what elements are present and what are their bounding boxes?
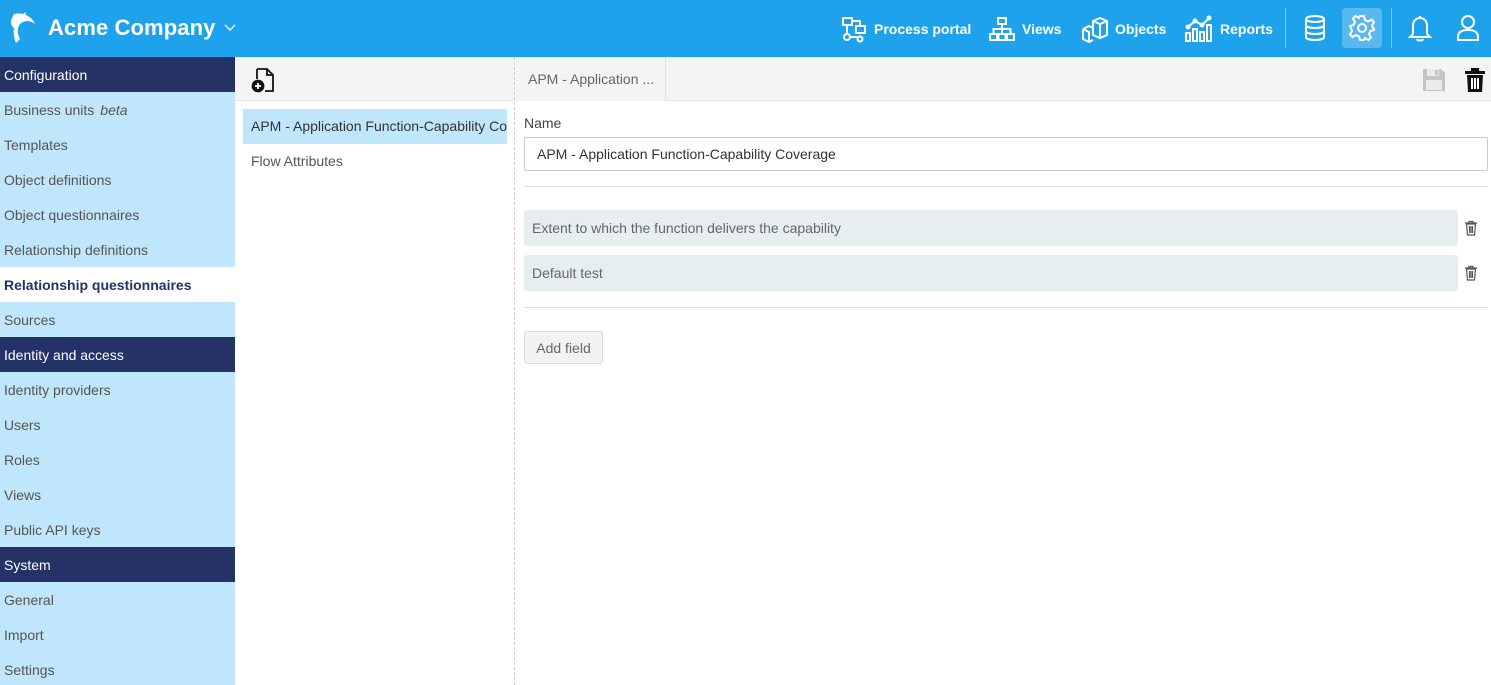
list-toolbar [235,57,514,101]
divider [524,186,1488,187]
sidebar-item-general[interactable]: General [0,582,235,617]
delete-field-icon[interactable] [1464,265,1478,281]
sidebar-item-settings[interactable]: Settings [0,652,235,685]
trash-icon[interactable] [1461,66,1489,94]
process-icon [842,16,866,42]
dolphin-logo-icon [10,12,35,43]
notifications-button[interactable] [1400,8,1440,48]
chart-icon [1185,15,1212,42]
chevron-down-icon [224,24,237,32]
sidebar-item-business-units[interactable]: Business units beta [0,92,235,127]
questionnaire-list-panel: APM - Application Function-Capability Co… [235,57,515,685]
nav-reports[interactable]: Reports [1184,0,1273,57]
tab-questionnaire[interactable]: APM - Application ... [516,57,666,101]
sidebar-item-import[interactable]: Import [0,617,235,652]
field-row[interactable]: Default test [524,255,1458,291]
sidebar-item-users[interactable]: Users [0,407,235,442]
divider [524,307,1488,308]
sidebar-section-identity-access: Identity and access [0,337,235,372]
sidebar-item-object-definitions[interactable]: Object definitions [0,162,235,197]
sidebar-item-identity-providers[interactable]: Identity providers [0,372,235,407]
sidebar-item-label: Business units [4,101,95,118]
questionnaire-detail-panel: APM - Application ... Name Extent to whi… [516,57,1491,685]
sidebar-item-views[interactable]: Views [0,477,235,512]
field-row[interactable]: Extent to which the function delivers th… [524,210,1458,246]
sidebar-item-relationship-definitions[interactable]: Relationship definitions [0,232,235,267]
company-name: Acme Company [48,15,216,40]
detail-tabbar: APM - Application ... [516,57,1491,101]
save-icon[interactable] [1420,66,1448,94]
sidebar-item-roles[interactable]: Roles [0,442,235,477]
sidebar-item-public-api-keys[interactable]: Public API keys [0,512,235,547]
sidebar-item-templates[interactable]: Templates [0,127,235,162]
sidebar-section-configuration: Configuration [0,57,235,92]
delete-field-icon[interactable] [1464,220,1478,236]
settings-button[interactable] [1342,8,1382,48]
hierarchy-icon [989,16,1015,41]
add-field-button[interactable]: Add field [524,331,603,364]
database-icon [1305,15,1325,42]
user-icon [1457,15,1479,41]
nav-views[interactable]: Views [988,0,1061,57]
nav-label: Views [1022,20,1062,37]
cubes-icon [1082,16,1108,43]
bell-icon [1407,16,1433,42]
database-button[interactable] [1295,8,1335,48]
add-document-icon[interactable] [251,67,277,93]
sidebar-item-relationship-questionnaires[interactable]: Relationship questionnaires [0,267,235,302]
nav-process-portal[interactable]: Process portal [840,0,971,57]
user-menu-button[interactable] [1448,8,1488,48]
company-switcher[interactable]: Acme Company [8,8,237,48]
list-item[interactable]: APM - Application Function-Capability Co… [243,109,507,144]
nav-label: Objects [1115,20,1167,37]
name-label: Name [524,115,562,131]
sidebar-section-system: System [0,547,235,582]
beta-tag: beta [100,101,128,118]
nav-label: Reports [1220,20,1273,37]
nav-label: Process portal [874,20,972,37]
name-input[interactable] [524,137,1488,171]
header-divider [1285,8,1286,48]
header-divider [1391,8,1392,48]
settings-sidebar: Configuration Business units beta Templa… [0,57,235,685]
sidebar-item-object-questionnaires[interactable]: Object questionnaires [0,197,235,232]
sidebar-item-sources[interactable]: Sources [0,302,235,337]
list-item[interactable]: Flow Attributes [243,144,507,179]
nav-objects[interactable]: Objects [1081,0,1166,57]
top-bar: Acme Company Process portal Views Object… [0,0,1491,57]
gear-icon [1348,14,1376,42]
